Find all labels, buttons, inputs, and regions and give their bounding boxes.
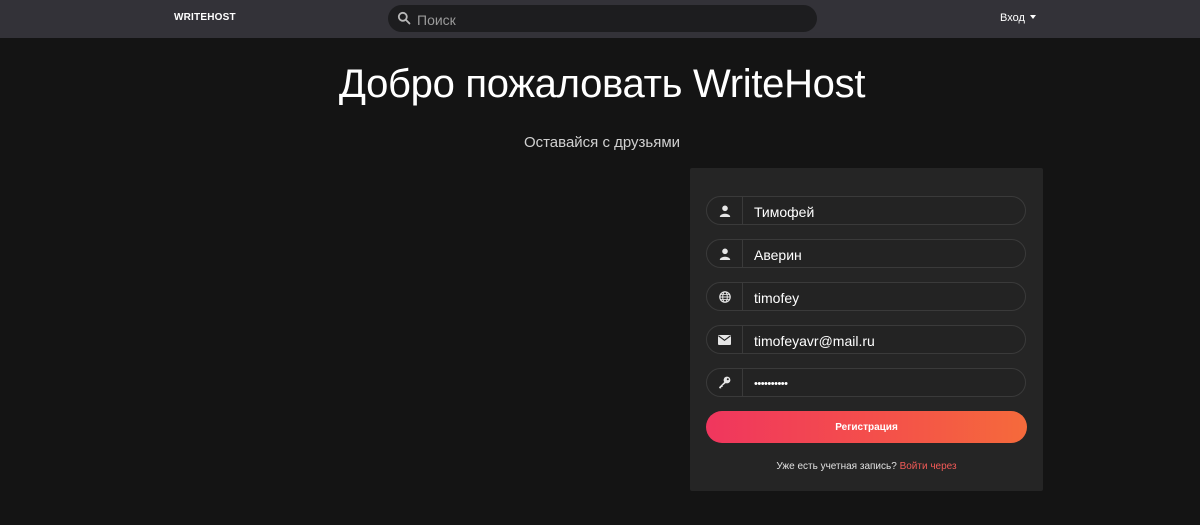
registration-card: Регистрация Уже есть учетная запись? Вой…: [690, 168, 1043, 491]
page-title: Добро пожаловать WriteHost: [338, 62, 866, 106]
brand-logo[interactable]: WRITEHOST: [174, 12, 236, 23]
first-name-field[interactable]: [706, 196, 1026, 226]
page-subtitle: Оставайся с друзьями: [523, 134, 681, 151]
key-icon: [707, 369, 743, 396]
envelope-icon: [707, 326, 743, 353]
search-bar[interactable]: [388, 5, 817, 34]
email-field[interactable]: [706, 325, 1026, 355]
email-input[interactable]: [752, 326, 1016, 355]
username-field[interactable]: [706, 282, 1026, 312]
search-input[interactable]: [415, 5, 809, 34]
user-icon: [707, 240, 743, 267]
globe-icon: [707, 283, 743, 310]
username-input[interactable]: [752, 283, 1016, 312]
login-prompt-text: Уже есть учетная запись?: [776, 461, 897, 472]
search-icon: [397, 11, 411, 25]
login-link[interactable]: Войти через: [900, 461, 957, 472]
password-field[interactable]: [706, 368, 1026, 398]
last-name-field[interactable]: [706, 239, 1026, 269]
chevron-down-icon: [1029, 15, 1036, 19]
password-input[interactable]: [752, 369, 1016, 398]
login-label: Вход: [1000, 12, 1025, 24]
login-dropdown[interactable]: Вход: [1000, 12, 1036, 24]
navbar: WRITEHOST Вход: [0, 0, 1200, 38]
login-prompt: Уже есть учетная запись? Войти через: [690, 461, 1043, 472]
user-icon: [707, 197, 743, 224]
first-name-input[interactable]: [752, 197, 1016, 226]
register-button[interactable]: Регистрация: [706, 411, 1027, 443]
last-name-input[interactable]: [752, 240, 1016, 269]
